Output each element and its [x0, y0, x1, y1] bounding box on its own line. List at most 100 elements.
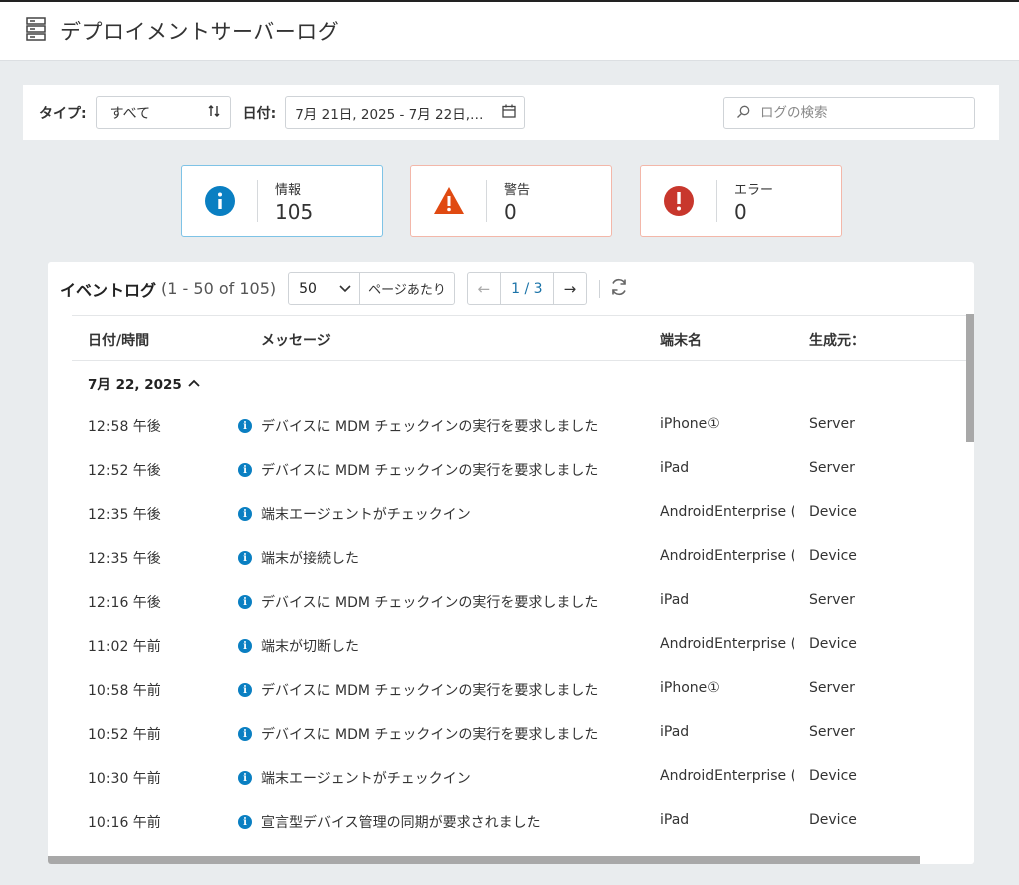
table-row[interactable]: 12:58 午後 i デバイスに MDM チェックインの実行を要求しました iP…	[72, 404, 968, 448]
vertical-scrollbar-thumb[interactable]	[966, 314, 974, 442]
row-device: iPhone①	[660, 416, 720, 432]
row-message: デバイスに MDM チェックインの実行を要求しました	[261, 683, 599, 699]
info-icon: i	[238, 507, 252, 521]
prev-page-button[interactable]: ←	[468, 273, 501, 304]
warning-count: 0	[504, 199, 517, 224]
row-message: デバイスに MDM チェックインの実行を要求しました	[261, 463, 599, 479]
type-filter-label: タイプ:	[39, 105, 87, 122]
warning-label: 警告	[504, 182, 531, 198]
horizontal-scrollbar-thumb[interactable]	[48, 856, 920, 864]
event-log-title: イベントログ	[60, 280, 157, 300]
row-source: Device	[809, 636, 857, 652]
date-range-value: 7月 21日, 2025 - 7月 22日,…	[295, 106, 484, 123]
row-source: Server	[809, 592, 855, 608]
info-summary-card[interactable]: 情報 105	[181, 165, 383, 237]
row-message: デバイスに MDM チェックインの実行を要求しました	[261, 419, 599, 435]
info-icon: i	[238, 815, 252, 829]
info-label: 情報	[275, 182, 302, 198]
error-summary-card[interactable]: エラー 0	[640, 165, 842, 237]
type-filter-select[interactable]: すべて	[95, 96, 231, 129]
row-message: 端末エージェントがチェックイン	[261, 771, 471, 787]
row-message: デバイスに MDM チェックインの実行を要求しました	[261, 727, 599, 743]
table-row[interactable]: 10:52 午前 i デバイスに MDM チェックインの実行を要求しました iP…	[72, 712, 968, 756]
row-source: Device	[809, 548, 857, 564]
row-device: iPhone①	[660, 680, 720, 696]
row-message: デバイスに MDM チェックインの実行を要求しました	[261, 595, 599, 611]
info-icon: i	[238, 639, 252, 653]
row-device: AndroidEnterprise (	[660, 504, 794, 520]
sort-arrows-icon	[208, 104, 220, 121]
row-time: 12:58 午後	[88, 419, 161, 435]
filter-bar: タイプ: すべて 日付: 7月 21日, 2025 - 7月 22日,…	[23, 85, 999, 140]
table-row[interactable]: 12:16 午後 i デバイスに MDM チェックインの実行を要求しました iP…	[72, 580, 968, 624]
row-source: Device	[809, 504, 857, 520]
per-page-label: ページあたり	[368, 283, 446, 298]
page-indicator[interactable]: 1 / 3	[501, 273, 553, 304]
table-row[interactable]: 12:52 午後 i デバイスに MDM チェックインの実行を要求しました iP…	[72, 448, 968, 492]
arrow-right-icon: →	[563, 279, 577, 298]
row-time: 12:52 午後	[88, 463, 161, 479]
row-time: 11:02 午前	[88, 639, 161, 655]
per-page-select[interactable]: 50	[289, 273, 361, 304]
row-device: iPad	[660, 592, 690, 608]
table-header: 日付/時間 メッセージ 端末名 生成元：	[72, 315, 968, 361]
row-time: 10:58 午前	[88, 683, 161, 699]
row-message: 宣言型デバイス管理の同期が要求されました	[261, 815, 541, 831]
info-count: 105	[275, 199, 314, 224]
warning-icon	[433, 185, 465, 217]
next-page-button[interactable]: →	[552, 273, 586, 304]
row-device: iPad	[660, 812, 690, 828]
row-device: AndroidEnterprise (	[660, 548, 794, 564]
refresh-button[interactable]	[609, 277, 629, 301]
server-icon	[26, 17, 46, 45]
page-header: デプロイメントサーバーログ	[0, 0, 1019, 61]
row-time: 12:35 午後	[88, 551, 161, 567]
row-source: Server	[809, 460, 855, 476]
per-page-control: 50 ページあたり	[288, 272, 455, 305]
calendar-icon	[502, 104, 516, 122]
row-time: 10:52 午前	[88, 727, 161, 743]
card-divider	[716, 180, 717, 222]
info-icon: i	[238, 419, 252, 433]
table-row[interactable]: 12:35 午後 i 端末が接続した AndroidEnterprise ( D…	[72, 536, 968, 580]
column-header-device[interactable]: 端末名	[660, 330, 702, 350]
row-message: 端末が接続した	[261, 551, 359, 567]
date-group-toggle[interactable]: 7月 22, 2025	[88, 373, 200, 393]
info-icon: i	[238, 683, 252, 697]
search-input[interactable]	[758, 104, 958, 122]
table-row[interactable]: 10:30 午前 i 端末エージェントがチェックイン AndroidEnterp…	[72, 756, 968, 800]
refresh-icon	[609, 277, 629, 301]
event-log-panel: イベントログ (1 - 50 of 105) 50 ページあたり ← 1 / 3…	[48, 262, 974, 864]
table-row[interactable]: 12:35 午後 i 端末エージェントがチェックイン AndroidEnterp…	[72, 492, 968, 536]
type-filter-value: すべて	[109, 105, 151, 122]
row-time: 10:30 午前	[88, 771, 161, 787]
error-icon	[663, 185, 695, 217]
table-row[interactable]: 10:16 午前 i 宣言型デバイス管理の同期が要求されました iPad Dev…	[72, 800, 968, 844]
log-rows: 12:58 午後 i デバイスに MDM チェックインの実行を要求しました iP…	[72, 404, 968, 844]
info-icon	[204, 185, 236, 217]
row-message: 端末エージェントがチェックイン	[261, 507, 471, 523]
table-row[interactable]: 10:58 午前 i デバイスに MDM チェックインの実行を要求しました iP…	[72, 668, 968, 712]
pagination: ← 1 / 3 →	[466, 272, 587, 305]
row-device: iPad	[660, 724, 690, 740]
column-header-datetime[interactable]: 日付/時間	[88, 330, 149, 350]
table-row[interactable]: 11:02 午前 i 端末が切断した AndroidEnterprise ( D…	[72, 624, 968, 668]
row-device: AndroidEnterprise (	[660, 768, 794, 784]
row-source: Server	[809, 416, 855, 432]
info-icon: i	[238, 595, 252, 609]
date-range-picker[interactable]: 7月 21日, 2025 - 7月 22日,…	[285, 96, 526, 129]
row-source: Server	[809, 680, 855, 696]
info-icon: i	[238, 551, 252, 565]
warning-summary-card[interactable]: 警告 0	[410, 165, 612, 237]
row-device: AndroidEnterprise (	[660, 636, 794, 652]
row-source: Device	[809, 812, 857, 828]
info-icon: i	[238, 771, 252, 785]
page-title: デプロイメントサーバーログ	[60, 20, 340, 44]
column-header-source[interactable]: 生成元：	[809, 330, 865, 350]
date-filter-label: 日付:	[242, 105, 277, 122]
per-page-value: 50	[299, 280, 317, 297]
column-header-message[interactable]: メッセージ	[261, 330, 331, 350]
log-search[interactable]	[723, 97, 975, 129]
row-time: 10:16 午前	[88, 815, 161, 831]
row-message: 端末が切断した	[261, 639, 359, 655]
